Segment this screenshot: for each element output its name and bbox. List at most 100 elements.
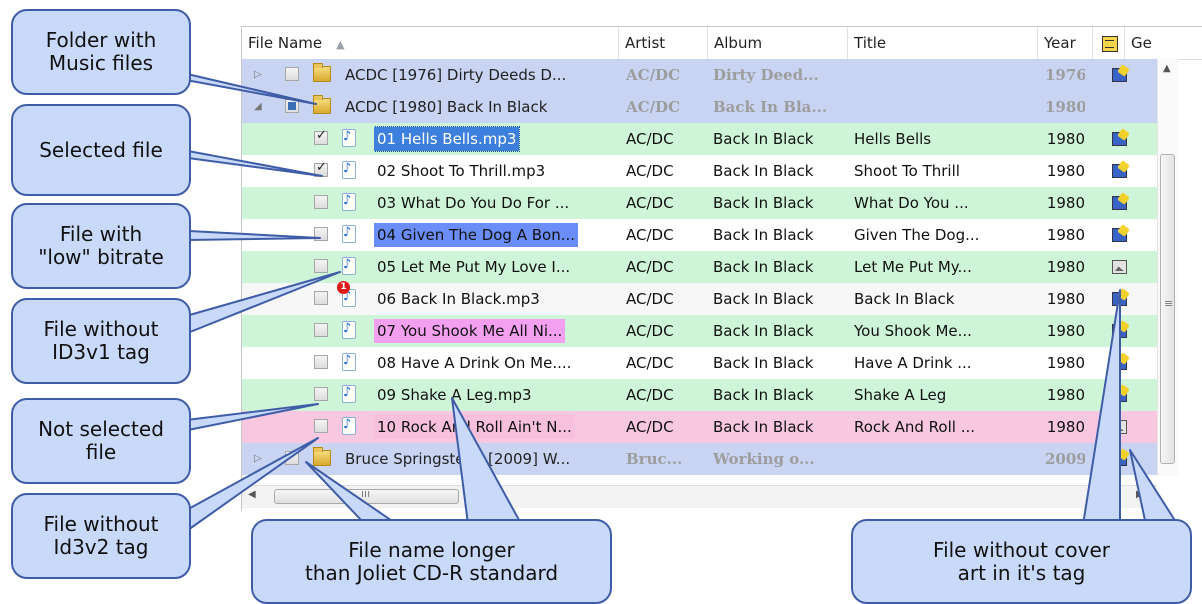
music-file-icon [342, 161, 356, 179]
file-name-text: 05 Let Me Put My Love I... [377, 258, 571, 276]
file-name-text: 08 Have A Drink On Me.... [377, 354, 572, 372]
callout-selected: Selected file [11, 104, 191, 196]
artist-cell: Bruc... [626, 450, 683, 468]
music-file-icon [342, 417, 356, 435]
title-cell: Let Me Put My... [854, 258, 972, 276]
column-header-genre[interactable]: Ge [1125, 27, 1202, 59]
file-name-cell[interactable]: 10 Rock And Roll Ain't N... [374, 411, 620, 443]
artist-cell: AC/DC [626, 386, 674, 404]
album-cell: Dirty Deed... [713, 66, 819, 84]
folder-checkbox[interactable] [285, 451, 299, 465]
column-header-file-name[interactable]: File Name ▲ [242, 27, 619, 59]
file-row[interactable]: 05 Let Me Put My Love I... AC/DC Back In B… [242, 251, 1157, 283]
column-label-title: Title [854, 34, 887, 52]
title-cell [854, 59, 1042, 91]
folder-row[interactable]: ▷ ACDC [1976] Dirty Deeds D... AC/DC Dirty … [242, 59, 1157, 91]
folder-row[interactable]: ◢ ACDC [1980] Back In Black AC/DC Back In B… [242, 91, 1157, 123]
file-checkbox[interactable] [314, 195, 328, 209]
file-row[interactable]: 04 Given The Dog A Bon... AC/DC Back In Bl… [242, 219, 1157, 251]
vertical-scrollbar[interactable]: ▲ ≡ [1157, 59, 1178, 476]
file-name-cell[interactable]: ACDC [1980] Back In Black [342, 91, 620, 123]
cover-art-icon [1112, 68, 1127, 82]
file-row[interactable]: 03 What Do You Do For ... AC/DC Back In Bl… [242, 187, 1157, 219]
album-cell: Back In Black [713, 290, 814, 308]
file-row[interactable]: 08 Have A Drink On Me.... AC/DC Back In Bl… [242, 347, 1157, 379]
album-cell: Back In Black [713, 418, 814, 436]
file-name-cell[interactable]: 02 Shoot To Thrill.mp3 [374, 155, 620, 187]
file-name-cell[interactable]: 01 Hells Bells.mp3 [374, 123, 620, 155]
folder-checkbox[interactable] [285, 99, 299, 113]
file-checkbox[interactable] [314, 387, 328, 401]
file-list-grid[interactable]: File Name ▲ Artist Album Title Year Ge ▷ A… [241, 26, 1202, 511]
file-checkbox[interactable] [314, 323, 328, 337]
vertical-scroll-thumb[interactable]: ≡ [1160, 154, 1175, 464]
folder-row[interactable]: ▷ Bruce Springsteen [2009] W... Bruc... Wor… [242, 443, 1157, 475]
callout-long-name: File name longer than Joliet CD-R standa… [251, 519, 612, 604]
column-header-artist[interactable]: Artist [619, 27, 708, 59]
file-row[interactable]: 02 Shoot To Thrill.mp3 AC/DC Back In Black… [242, 155, 1157, 187]
file-name-cell[interactable]: 08 Have A Drink On Me.... [374, 347, 620, 379]
scroll-up-arrow-icon[interactable]: ▲ [1163, 63, 1171, 74]
folder-checkbox[interactable] [285, 67, 299, 81]
title-cell: Hells Bells [854, 130, 932, 148]
file-row[interactable]: 07 You Shook Me All Ni... AC/DC Back In Bl… [242, 315, 1157, 347]
cover-art-icon [1112, 292, 1127, 306]
artist-cell: AC/DC [626, 130, 674, 148]
horizontal-scroll-thumb[interactable]: ııı [274, 487, 459, 504]
year-cell: 1980 [1046, 386, 1085, 404]
file-name-cell[interactable]: 04 Given The Dog A Bon... [374, 219, 620, 251]
file-row[interactable]: 1 06 Back In Black.mp3 AC/DC Back In Black B… [242, 281, 1157, 315]
album-cell: Working o... [713, 450, 815, 468]
artist-cell: AC/DC [626, 418, 674, 436]
collapse-arrow-icon[interactable]: ◢ [254, 101, 262, 112]
file-checkbox[interactable] [314, 227, 328, 241]
music-file-icon [342, 193, 356, 211]
artist-cell: AC/DC [626, 162, 674, 180]
artist-cell: AC/DC [626, 258, 674, 276]
file-row[interactable]: 10 Rock And Roll Ain't N... AC/DC Back In … [242, 411, 1157, 443]
file-checkbox[interactable] [314, 291, 328, 305]
callout-not-selected: Not selected file [11, 398, 191, 484]
artist-cell: AC/DC [626, 98, 681, 116]
scroll-left-arrow-icon[interactable]: ◀ [248, 489, 256, 500]
column-label-artist: Artist [625, 34, 666, 52]
year-cell: 1980 [1046, 194, 1085, 212]
column-header-title[interactable]: Title [848, 27, 1038, 59]
expand-arrow-icon[interactable]: ▷ [254, 453, 262, 464]
file-name-text: 09 Shake A Leg.mp3 [377, 386, 532, 404]
scroll-right-arrow-icon[interactable]: ▶ [1136, 489, 1144, 500]
file-checkbox[interactable] [314, 160, 328, 177]
file-name-cell[interactable]: ACDC [1976] Dirty Deeds D... [342, 59, 620, 91]
file-name-cell[interactable]: 03 What Do You Do For ... [374, 187, 620, 219]
album-cell: Back In Black [713, 162, 814, 180]
file-checkbox[interactable] [314, 128, 328, 145]
file-checkbox[interactable] [314, 355, 328, 369]
callout-no-cover: File without cover art in it's tag [851, 519, 1192, 604]
title-cell [854, 91, 1042, 123]
file-name-cell[interactable]: 06 Back In Black.mp3 [374, 283, 620, 315]
cover-art-icon [1112, 452, 1127, 466]
column-header-cover-art[interactable] [1093, 27, 1125, 59]
file-name-cell[interactable]: 05 Let Me Put My Love I... [374, 251, 620, 283]
column-header-year[interactable]: Year [1038, 27, 1093, 59]
album-cell: Back In Black [713, 258, 814, 276]
year-cell: 1980 [1046, 354, 1085, 372]
file-checkbox[interactable] [314, 259, 328, 273]
horizontal-scrollbar[interactable]: ◀ ııı ▶ [242, 485, 1157, 508]
file-name-cell[interactable]: 07 You Shook Me All Ni... [374, 315, 620, 347]
music-file-icon [342, 385, 356, 403]
album-cell: Back In Bla... [713, 98, 828, 116]
expand-arrow-icon[interactable]: ▷ [254, 69, 262, 80]
column-header-album[interactable]: Album [708, 27, 848, 59]
no-cover-art-icon [1112, 420, 1127, 434]
file-row[interactable]: 09 Shake A Leg.mp3 AC/DC Back In Black Shak… [242, 379, 1157, 411]
year-cell: 1980 [1046, 226, 1085, 244]
cover-art-icon [1112, 132, 1127, 146]
sort-ascending-icon: ▲ [336, 38, 345, 51]
file-name-cell[interactable]: Bruce Springsteen [2009] W... [342, 443, 620, 475]
file-name-cell[interactable]: 09 Shake A Leg.mp3 [374, 379, 620, 411]
file-row[interactable]: 01 Hells Bells.mp3 AC/DC Back In Black Hell… [242, 123, 1157, 155]
album-cell: Back In Black [713, 386, 814, 404]
album-cell: Back In Black [713, 226, 814, 244]
file-checkbox[interactable] [314, 419, 328, 433]
